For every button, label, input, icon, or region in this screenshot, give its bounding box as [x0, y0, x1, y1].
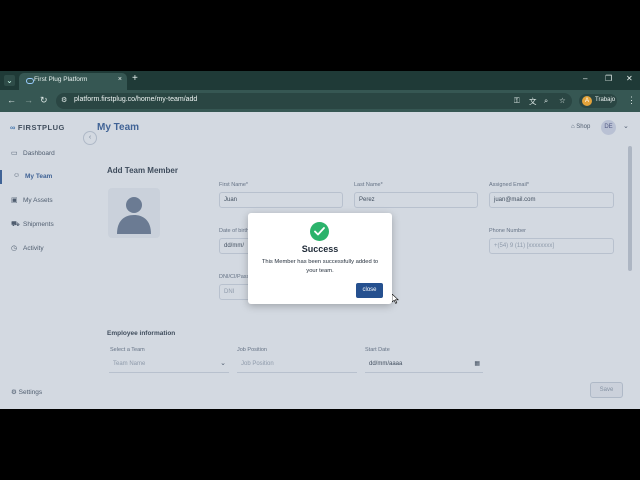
- forward-icon[interactable]: →: [24, 95, 33, 105]
- dialog-message: This Member has been successfully added …: [261, 259, 379, 274]
- mouse-cursor-icon: [392, 294, 399, 304]
- window-close-icon[interactable]: ✕: [626, 74, 633, 83]
- profile-button[interactable]: A Trabajo: [579, 94, 617, 108]
- close-button[interactable]: close: [356, 283, 383, 298]
- browser-toolbar: ← → ↻ ⚙ platform.firstplug.co/home/my-te…: [0, 90, 640, 112]
- zoom-icon[interactable]: ⌕: [544, 96, 548, 106]
- tab-title: First Plug Platform: [34, 76, 88, 83]
- dialog-title: Success: [301, 244, 339, 254]
- tab-strip: ⌄ First Plug Platform × + – ❐ ✕: [0, 71, 640, 90]
- restore-icon[interactable]: ❐: [605, 74, 612, 83]
- tab-search-icon[interactable]: ⌄: [4, 75, 15, 86]
- new-tab-icon[interactable]: +: [132, 73, 138, 84]
- minimize-icon[interactable]: –: [583, 74, 587, 83]
- success-dialog: Success This Member has been successfull…: [248, 213, 392, 304]
- favicon-icon: [26, 78, 34, 84]
- tab-close-icon[interactable]: ×: [118, 76, 122, 83]
- success-check-icon: [310, 222, 329, 241]
- translate-icon[interactable]: 文: [529, 96, 537, 107]
- url-text[interactable]: platform.firstplug.co/home/my-team/add: [74, 96, 197, 103]
- profile-avatar: A: [582, 96, 592, 106]
- browser-window: ⌄ First Plug Platform × + – ❐ ✕ ← → ↻ ⚙ …: [0, 71, 640, 409]
- bookmark-star-icon[interactable]: ☆: [559, 96, 566, 105]
- address-bar[interactable]: ⚙ platform.firstplug.co/home/my-team/add…: [56, 93, 572, 109]
- password-key-icon[interactable]: ⚿: [514, 96, 520, 106]
- profile-name: Trabajo: [595, 97, 616, 103]
- reload-icon[interactable]: ↻: [40, 95, 48, 106]
- site-info-icon[interactable]: ⚙: [61, 96, 70, 105]
- browser-menu-icon[interactable]: ⋮: [627, 95, 636, 106]
- back-icon[interactable]: ←: [7, 95, 16, 105]
- browser-tab[interactable]: First Plug Platform ×: [19, 73, 127, 90]
